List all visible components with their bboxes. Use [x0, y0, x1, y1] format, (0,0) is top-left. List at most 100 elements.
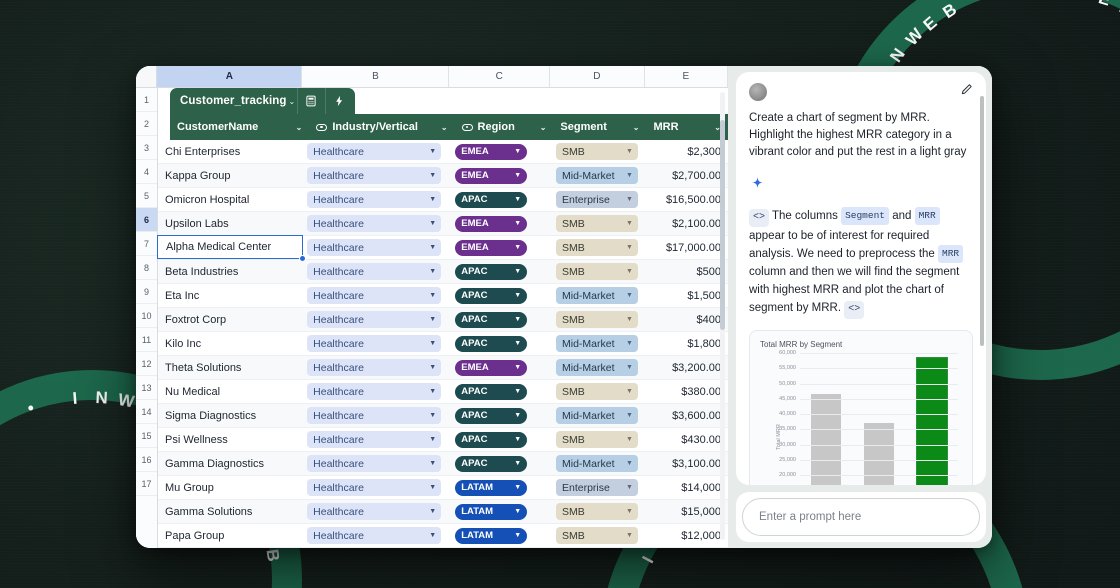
sheet-scrollbar-thumb[interactable]: [720, 120, 725, 330]
table-row[interactable]: Kilo Inc Healthcare ▼ APAC ▼ Mid-Market ▼ $1,80…: [158, 332, 728, 356]
prompt-input[interactable]: Enter a prompt here: [742, 498, 980, 536]
region-tag[interactable]: LATAM ▼: [455, 527, 528, 544]
column-header-d[interactable]: D: [550, 66, 645, 87]
chevron-down-icon[interactable]: ▼: [514, 412, 521, 419]
chevron-down-icon[interactable]: ⌄: [296, 123, 303, 132]
industry-tag[interactable]: Healthcare ▼: [307, 479, 442, 496]
cell-mrr[interactable]: $12,000: [645, 524, 728, 547]
cell-mrr[interactable]: $380.00: [645, 380, 728, 403]
chevron-down-icon[interactable]: ▼: [626, 244, 633, 251]
cell-industry[interactable]: Healthcare ▼: [300, 332, 448, 355]
cell-segment[interactable]: Mid-Market ▼: [549, 284, 645, 307]
column-header-b[interactable]: B: [302, 66, 450, 87]
chevron-down-icon[interactable]: ▼: [626, 532, 633, 539]
table-header-mrr[interactable]: MRR ⌄: [646, 114, 728, 140]
segment-tag[interactable]: SMB ▼: [555, 263, 638, 280]
cell-industry[interactable]: Healthcare ▼: [300, 500, 448, 523]
segment-tag[interactable]: Mid-Market ▼: [555, 167, 638, 184]
row-number-16[interactable]: 16: [136, 448, 157, 472]
cell-mrr[interactable]: $1,800: [645, 332, 728, 355]
row-number-6[interactable]: 6: [136, 208, 157, 232]
region-tag[interactable]: LATAM ▼: [455, 479, 528, 496]
cell-segment[interactable]: Mid-Market ▼: [549, 404, 645, 427]
cell-mrr[interactable]: $14,000: [645, 476, 728, 499]
row-number-11[interactable]: 11: [136, 328, 157, 352]
industry-tag[interactable]: Healthcare ▼: [307, 455, 442, 472]
region-tag[interactable]: APAC ▼: [455, 455, 528, 472]
chevron-down-icon[interactable]: ▼: [514, 508, 521, 515]
chevron-down-icon[interactable]: ⌄: [540, 123, 547, 132]
cell-mrr[interactable]: $3,200.00: [645, 356, 728, 379]
chevron-down-icon[interactable]: ▼: [429, 244, 436, 251]
cell-mrr[interactable]: $1,500: [645, 284, 728, 307]
cell-industry[interactable]: Healthcare ▼: [300, 236, 448, 259]
chevron-down-icon[interactable]: ▼: [514, 220, 521, 227]
row-number-14[interactable]: 14: [136, 400, 157, 424]
region-tag[interactable]: APAC ▼: [455, 263, 528, 280]
chevron-down-icon[interactable]: ▼: [429, 196, 436, 203]
chevron-down-icon[interactable]: ▼: [514, 196, 521, 203]
cell-segment[interactable]: SMB ▼: [549, 140, 645, 163]
cell-industry[interactable]: Healthcare ▼: [300, 524, 448, 547]
cell-customer-name[interactable]: Sigma Diagnostics: [158, 404, 300, 427]
cell-mrr[interactable]: $430.00: [645, 428, 728, 451]
region-tag[interactable]: APAC ▼: [455, 431, 528, 448]
chevron-down-icon[interactable]: ▼: [429, 220, 436, 227]
row-number-1[interactable]: 1: [136, 88, 157, 112]
segment-tag[interactable]: SMB ▼: [555, 239, 638, 256]
chevron-down-icon[interactable]: ▼: [626, 292, 633, 299]
segment-tag[interactable]: Mid-Market ▼: [555, 407, 638, 424]
chart-bar-smb[interactable]: [915, 356, 948, 485]
chevron-down-icon[interactable]: ▼: [626, 412, 633, 419]
industry-tag[interactable]: Healthcare ▼: [307, 527, 442, 544]
region-tag[interactable]: EMEA ▼: [455, 167, 528, 184]
table-row[interactable]: Beta Industries Healthcare ▼ APAC ▼ SMB ▼ $500: [158, 260, 728, 284]
chevron-down-icon[interactable]: ▼: [429, 436, 436, 443]
chevron-down-icon[interactable]: ▼: [429, 364, 436, 371]
code-open-tag[interactable]: <>: [749, 209, 770, 227]
calculator-icon[interactable]: [297, 88, 323, 114]
cell-region[interactable]: APAC ▼: [448, 380, 549, 403]
cell-customer-name[interactable]: Alpha Medical Center: [158, 236, 300, 259]
cell-segment[interactable]: SMB ▼: [549, 212, 645, 235]
chevron-down-icon[interactable]: ▼: [626, 484, 633, 491]
cell-mrr[interactable]: $17,000.00: [645, 236, 728, 259]
chevron-down-icon[interactable]: ▼: [514, 340, 521, 347]
table-name-chevron-down-icon[interactable]: ⌄: [289, 97, 296, 106]
region-tag[interactable]: LATAM ▼: [455, 503, 528, 520]
region-tag[interactable]: APAC ▼: [455, 287, 528, 304]
table-row[interactable]: Papa Group Healthcare ▼ LATAM ▼ SMB ▼ $12,000: [158, 524, 728, 548]
chevron-down-icon[interactable]: ▼: [429, 316, 436, 323]
cell-region[interactable]: LATAM ▼: [448, 476, 549, 499]
chevron-down-icon[interactable]: ▼: [514, 388, 521, 395]
table-row[interactable]: Upsilon Labs Healthcare ▼ EMEA ▼ SMB ▼ $2,100.0…: [158, 212, 728, 236]
chevron-down-icon[interactable]: ▼: [429, 340, 436, 347]
row-number-9[interactable]: 9: [136, 280, 157, 304]
cell-mrr[interactable]: $16,500.00: [645, 188, 728, 211]
chevron-down-icon[interactable]: ▼: [626, 268, 633, 275]
cell-customer-name[interactable]: Upsilon Labs: [158, 212, 300, 235]
cell-customer-name[interactable]: Gamma Diagnostics: [158, 452, 300, 475]
cell-mrr[interactable]: $3,600.00: [645, 404, 728, 427]
segment-tag[interactable]: SMB ▼: [555, 503, 638, 520]
cell-industry[interactable]: Healthcare ▼: [300, 188, 448, 211]
cell-segment[interactable]: Mid-Market ▼: [549, 164, 645, 187]
industry-tag[interactable]: Healthcare ▼: [307, 167, 442, 184]
table-row[interactable]: Alpha Medical Center Healthcare ▼ EMEA ▼ SMB ▼…: [158, 236, 728, 260]
chevron-down-icon[interactable]: ▼: [626, 460, 633, 467]
cell-customer-name[interactable]: Beta Industries: [158, 260, 300, 283]
cell-segment[interactable]: SMB ▼: [549, 428, 645, 451]
row-number-17[interactable]: 17: [136, 472, 157, 496]
cell-mrr[interactable]: $2,300: [645, 140, 728, 163]
industry-tag[interactable]: Healthcare ▼: [307, 143, 442, 160]
segment-tag[interactable]: Mid-Market ▼: [555, 287, 638, 304]
chevron-down-icon[interactable]: ▼: [514, 484, 521, 491]
industry-tag[interactable]: Healthcare ▼: [307, 503, 442, 520]
cell-region[interactable]: EMEA ▼: [448, 212, 549, 235]
cell-region[interactable]: APAC ▼: [448, 452, 549, 475]
cell-customer-name[interactable]: Papa Group: [158, 524, 300, 547]
cell-customer-name[interactable]: Kappa Group: [158, 164, 300, 187]
cell-industry[interactable]: Healthcare ▼: [300, 212, 448, 235]
chevron-down-icon[interactable]: ▼: [429, 268, 436, 275]
chevron-down-icon[interactable]: ▼: [514, 436, 521, 443]
